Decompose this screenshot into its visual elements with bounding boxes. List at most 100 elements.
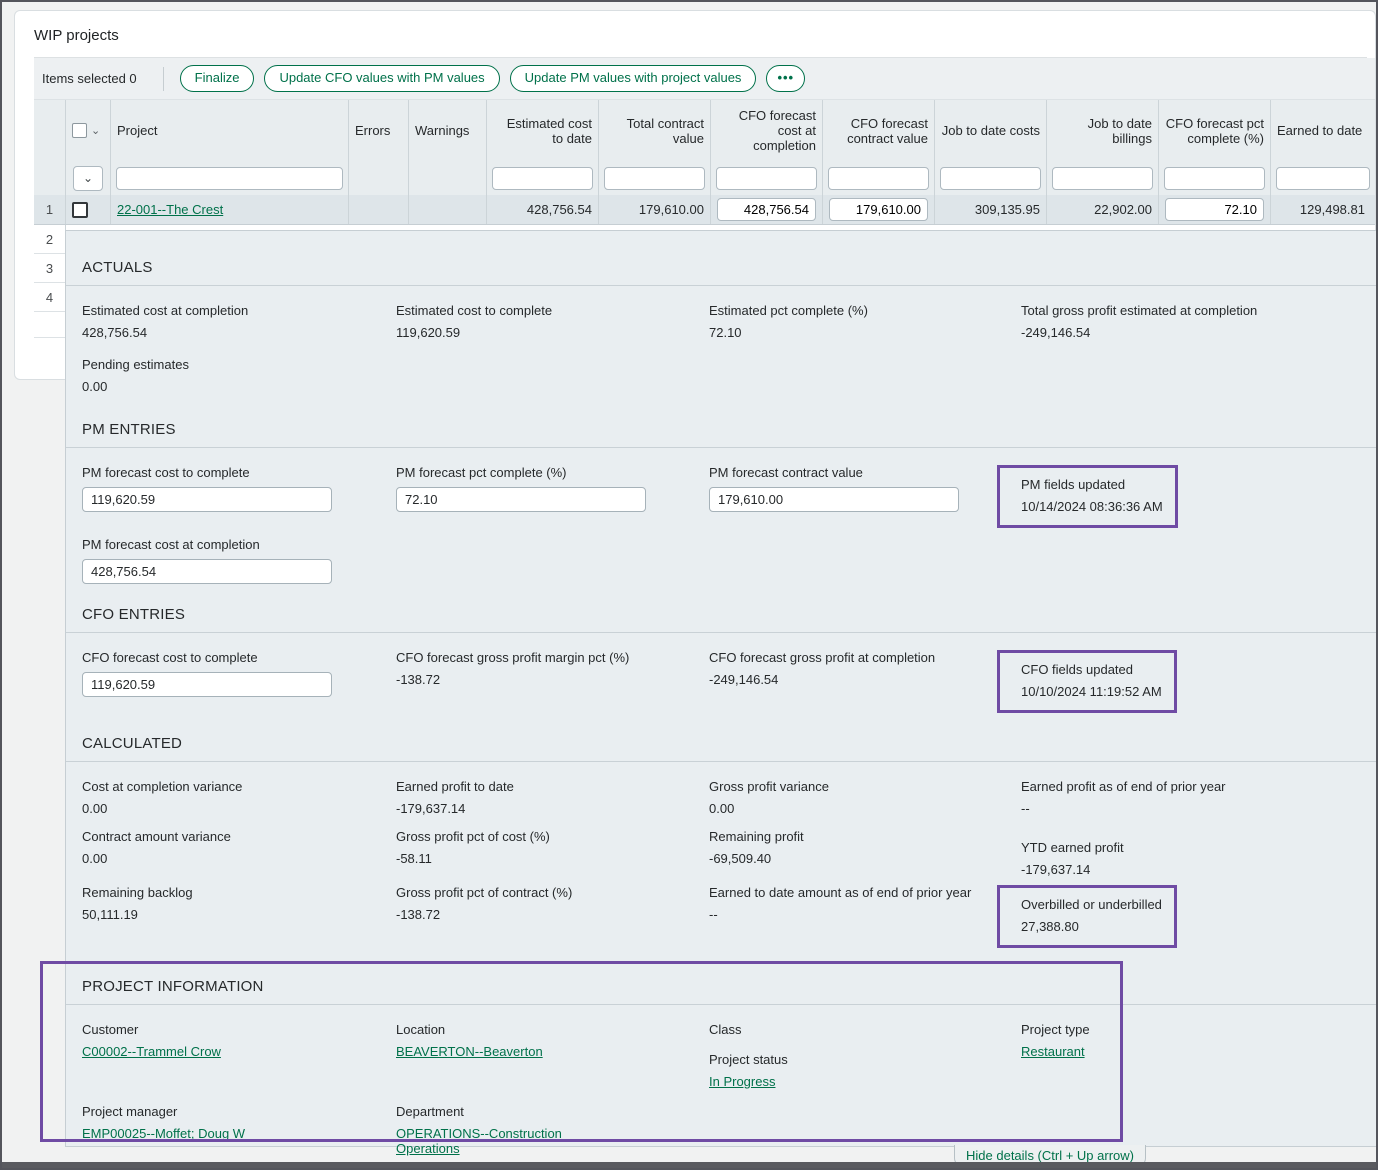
warnings-cell <box>409 195 487 224</box>
wip-projects-page: WIP projects Items selected 0 Finalize U… <box>0 0 1378 1170</box>
bottom-bar <box>2 1162 1376 1168</box>
filter-input-cfo-forecast-pct-complete[interactable] <box>1164 167 1265 190</box>
table-filter-row: ⌄ <box>34 161 1375 195</box>
project-link[interactable]: 22-001--The Crest <box>117 202 223 217</box>
column-header-total-contract-value[interactable]: Total contract value <box>599 100 711 161</box>
pm-forecast-cost-to-complete-input[interactable] <box>82 487 332 512</box>
field-cfo-gross-profit-at-completion: CFO forecast gross profit at completion … <box>709 650 1021 692</box>
field-earned-profit-to-date: Earned profit to date -179,637.14 <box>396 779 709 821</box>
field-earned-profit-prior-year: Earned profit as of end of prior year -- <box>1021 779 1360 821</box>
column-header-project[interactable]: Project <box>111 100 349 161</box>
section-title: CALCULATED <box>66 735 1376 762</box>
row-checkbox[interactable] <box>72 202 88 218</box>
filter-input-estimated-cost-to-date[interactable] <box>492 167 593 190</box>
errors-cell <box>349 195 409 224</box>
field-project-manager: Project manager EMP00025--Moffet; Doug W <box>82 1104 396 1146</box>
chevron-down-icon[interactable]: ⌄ <box>91 124 100 137</box>
filter-input-project[interactable] <box>116 167 343 190</box>
more-actions-button[interactable]: ••• <box>766 65 805 91</box>
field-pending-estimates: Pending estimates 0.00 <box>82 357 396 399</box>
field-customer: Customer C00002--Trammel Crow <box>82 1022 396 1064</box>
field-pm-forecast-contract-value: PM forecast contract value <box>709 465 1021 512</box>
filter-input-total-contract-value[interactable] <box>604 167 705 190</box>
section-title: ACTUALS <box>66 259 1376 286</box>
column-header-cfo-forecast-pct-complete[interactable]: CFO forecast pct complete (%) <box>1159 100 1271 161</box>
field-earned-to-date-prior-year: Earned to date amount as of end of prior… <box>709 885 1021 927</box>
project-status-link[interactable]: In Progress <box>709 1074 775 1089</box>
section-title: PM ENTRIES <box>66 421 1376 448</box>
location-link[interactable]: BEAVERTON--Beaverton <box>396 1044 543 1059</box>
earned-to-date-cell: 129,498.81 <box>1271 195 1375 224</box>
filter-type-dropdown[interactable]: ⌄ <box>73 166 103 191</box>
filter-input-job-to-date-costs[interactable] <box>940 167 1041 190</box>
project-type-link[interactable]: Restaurant <box>1021 1044 1085 1059</box>
table-row: 1 22-001--The Crest 428,756.54 179,610.0… <box>34 195 1375 225</box>
section-actuals: ACTUALS Estimated cost at completion 428… <box>66 259 1376 399</box>
field-remaining-backlog: Remaining backlog 50,111.19 <box>82 885 396 927</box>
column-header-earned-to-date[interactable]: Earned to date <box>1271 100 1375 161</box>
row-number: 2 <box>34 225 66 254</box>
column-header-estimated-cost-to-date[interactable]: Estimated cost to date <box>487 100 599 161</box>
field-gross-profit-variance: Gross profit variance 0.00 <box>709 779 1021 821</box>
filter-input-job-to-date-billings[interactable] <box>1052 167 1153 190</box>
section-title: CFO ENTRIES <box>66 606 1376 633</box>
select-all-cell: ⌄ <box>66 100 111 161</box>
column-header-cfo-forecast-contract-value[interactable]: CFO forecast contract value <box>823 100 935 161</box>
field-pm-forecast-cost-to-complete: PM forecast cost to complete <box>82 465 396 512</box>
column-header-warnings[interactable]: Warnings <box>409 100 487 161</box>
pm-forecast-pct-complete-input[interactable] <box>396 487 646 512</box>
total-contract-value-cell: 179,610.00 <box>599 195 711 224</box>
filter-input-cfo-forecast-cost-at-completion[interactable] <box>716 167 817 190</box>
field-total-gross-profit: Total gross profit estimated at completi… <box>1021 303 1360 345</box>
chevron-down-icon: ⌄ <box>83 171 93 185</box>
field-cfo-gross-profit-margin-pct: CFO forecast gross profit margin pct (%)… <box>396 650 709 692</box>
filter-input-earned-to-date[interactable] <box>1276 167 1370 190</box>
ellipsis-icon: ••• <box>777 70 794 85</box>
field-pm-forecast-cost-at-completion: PM forecast cost at completion <box>82 537 396 584</box>
pm-forecast-cost-at-completion-input[interactable] <box>82 559 332 584</box>
estimated-cost-to-date-cell: 428,756.54 <box>487 195 599 224</box>
job-to-date-costs-cell: 309,135.95 <box>935 195 1047 224</box>
field-estimated-pct-complete: Estimated pct complete (%) 72.10 <box>709 303 1021 345</box>
cfo-forecast-contract-value-input[interactable] <box>829 198 928 221</box>
project-manager-link[interactable]: EMP00025--Moffet; Doug W <box>82 1126 245 1141</box>
cfo-fields-updated-highlight: CFO fields updated 10/10/2024 11:19:52 A… <box>997 650 1177 713</box>
toolbar: Items selected 0 Finalize Update CFO val… <box>34 58 1375 99</box>
cfo-forecast-cost-to-complete-input[interactable] <box>82 672 332 697</box>
column-header-cfo-forecast-cost-at-completion[interactable]: CFO forecast cost at completion <box>711 100 823 161</box>
finalize-button[interactable]: Finalize <box>180 65 255 91</box>
department-link[interactable]: OPERATIONS--Construction Operations <box>396 1126 586 1156</box>
field-estimated-cost-at-completion: Estimated cost at completion 428,756.54 <box>82 303 396 345</box>
field-location: Location BEAVERTON--Beaverton <box>396 1022 709 1064</box>
field-ytd-earned-profit: YTD earned profit -179,637.14 <box>1021 829 1360 877</box>
column-header-job-to-date-billings[interactable]: Job to date billings <box>1047 100 1159 161</box>
section-calculated: CALCULATED Cost at completion variance 0… <box>66 735 1376 948</box>
pm-fields-updated-highlight: PM fields updated 10/14/2024 08:36:36 AM <box>997 465 1178 528</box>
field-estimated-cost-to-complete: Estimated cost to complete 119,620.59 <box>396 303 709 345</box>
field-project-type: Project type Restaurant <box>1021 1022 1360 1064</box>
filter-input-cfo-forecast-contract-value[interactable] <box>828 167 929 190</box>
field-pm-forecast-pct-complete: PM forecast pct complete (%) <box>396 465 709 512</box>
column-header-errors[interactable]: Errors <box>349 100 409 161</box>
customer-link[interactable]: C00002--Trammel Crow <box>82 1044 221 1059</box>
detail-panel: ACTUALS Estimated cost at completion 428… <box>65 230 1376 1147</box>
row-number: 3 <box>34 254 66 283</box>
cfo-forecast-cost-at-completion-input[interactable] <box>717 198 816 221</box>
job-to-date-billings-cell: 22,902.00 <box>1047 195 1159 224</box>
column-header-job-to-date-costs[interactable]: Job to date costs <box>935 100 1047 161</box>
cfo-forecast-pct-complete-input[interactable] <box>1165 198 1264 221</box>
field-gross-profit-pct-of-contract: Gross profit pct of contract (%) -138.72 <box>396 885 709 927</box>
select-all-checkbox[interactable] <box>72 123 87 138</box>
overbilled-or-underbilled-highlight: Overbilled or underbilled 27,388.80 <box>997 885 1177 948</box>
toolbar-divider <box>163 67 164 91</box>
update-pm-values-button[interactable]: Update PM values with project values <box>510 65 757 91</box>
section-title: PROJECT INFORMATION <box>66 978 1376 1005</box>
row-number-header <box>34 100 66 161</box>
pm-forecast-contract-value-input[interactable] <box>709 487 959 512</box>
table-header-row: ⌄ Project Errors Warnings Estimated cost… <box>34 99 1375 161</box>
field-department: Department OPERATIONS--Construction Oper… <box>396 1104 709 1156</box>
page-title: WIP projects <box>34 11 1367 58</box>
section-cfo-entries: CFO ENTRIES CFO forecast cost to complet… <box>66 606 1376 713</box>
items-selected-label: Items selected 0 <box>42 71 137 86</box>
update-cfo-values-button[interactable]: Update CFO values with PM values <box>264 65 499 91</box>
